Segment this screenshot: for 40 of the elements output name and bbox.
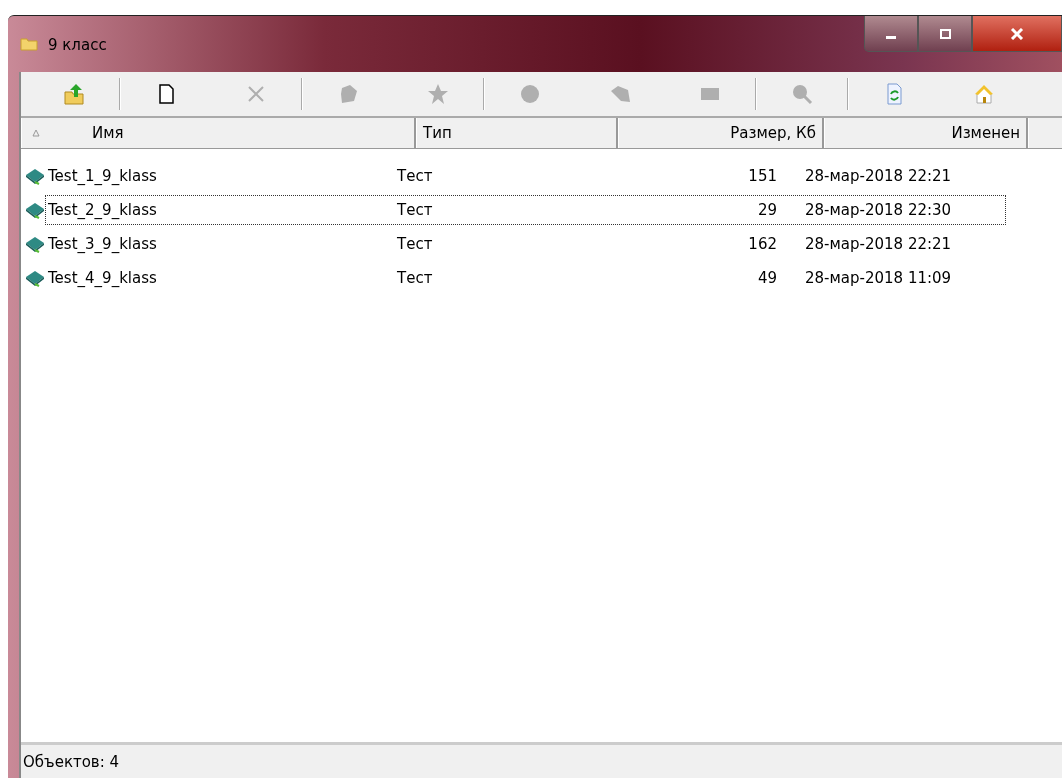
book-icon [25, 201, 45, 219]
file-size: 162 [747, 235, 777, 253]
file-type: Тест [397, 235, 434, 253]
file-size: 151 [747, 167, 777, 185]
file-row[interactable]: Test_1_9_klass Тест 151 28-мар-2018 22:21 [45, 161, 1006, 191]
file-size: 29 [756, 201, 777, 219]
file-name: Test_3_9_klass [47, 235, 158, 253]
folder-up-arrow-icon [62, 82, 86, 106]
close-button[interactable] [972, 16, 1062, 52]
file-row[interactable]: Test_3_9_klass Тест 162 28-мар-2018 22:21 [45, 229, 1006, 259]
search-icon [790, 82, 814, 106]
book-icon [25, 235, 45, 253]
folder-icon [20, 37, 38, 51]
circle-icon [518, 82, 542, 106]
book-icon [25, 269, 45, 287]
column-header[interactable]: Размер, Кб [618, 118, 824, 148]
modified-date: 28-мар-2018 22:30 [804, 201, 953, 219]
file-type: Тест [397, 269, 434, 287]
close-icon [1010, 27, 1024, 40]
maximize-icon [938, 28, 952, 39]
column-header[interactable]: Имя [21, 118, 416, 148]
maximize-button[interactable] [918, 16, 972, 52]
star-icon [426, 82, 450, 106]
modified-date: 28-мар-2018 11:09 [804, 269, 953, 287]
modified-date: 28-мар-2018 22:21 [804, 167, 953, 185]
file-name: Test_1_9_klass [47, 167, 158, 185]
column-header[interactable]: Тип [416, 118, 618, 148]
minimize-icon [886, 35, 896, 39]
book-icon [25, 167, 45, 185]
file-row[interactable]: Test_2_9_klass Тест 29 28-мар-2018 22:30 [45, 195, 1006, 225]
file-size: 49 [756, 269, 777, 287]
object-count: Объектов: 4 [22, 753, 120, 771]
file-name: Test_4_9_klass [47, 269, 158, 287]
file-type: Тест [397, 201, 434, 219]
modified-date: 28-мар-2018 22:21 [804, 235, 953, 253]
file-name: Test_2_9_klass [47, 201, 158, 219]
window-title: 9 класс [48, 37, 107, 53]
file-type: Тест [397, 167, 434, 185]
column-header[interactable]: Изменен [824, 118, 1028, 148]
file-row[interactable]: Test_4_9_klass Тест 49 28-мар-2018 11:09 [45, 263, 1006, 293]
